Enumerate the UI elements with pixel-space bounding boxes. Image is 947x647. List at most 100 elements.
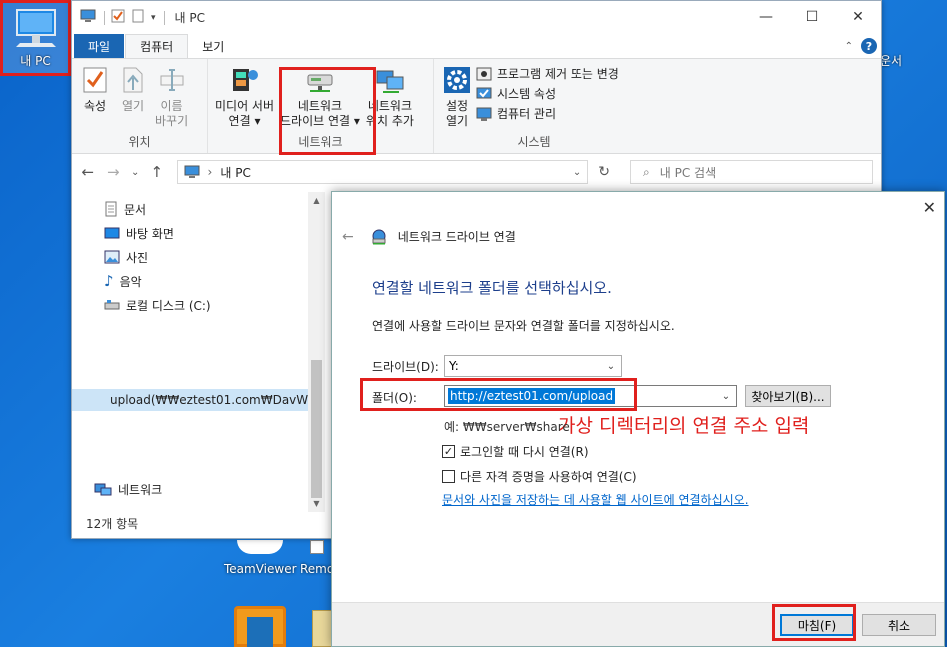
- network-location-icon: [376, 70, 404, 93]
- shortcut-icon: [310, 540, 324, 554]
- network-icon: [94, 483, 112, 496]
- desktop-icon-label: TeamViewer: [224, 562, 297, 576]
- checkbox-unchecked[interactable]: [442, 470, 455, 483]
- reconnect-label: 로그인할 때 다시 연결(R): [460, 445, 589, 459]
- group-label-system: 시스템: [517, 135, 551, 149]
- chevron-down-icon: ⌄: [606, 360, 616, 372]
- nav-item-network[interactable]: 네트워크: [94, 478, 162, 500]
- dialog-footer: 마침(F) 취소: [332, 602, 944, 646]
- up-arrow-icon[interactable]: ↑: [149, 163, 165, 181]
- computer-management-icon: [476, 107, 492, 121]
- desktop-icon: [104, 227, 120, 239]
- properties-icon: [83, 67, 107, 93]
- desktop-icon-teamviewer[interactable]: TeamViewer: [224, 540, 297, 576]
- group-label-network: 네트워크: [298, 135, 343, 149]
- close-icon[interactable]: ✕: [923, 198, 936, 217]
- drive-value: Y:: [449, 359, 459, 373]
- media-server-icon: [232, 69, 258, 91]
- nav-scrollbar[interactable]: ▲ ▼: [308, 192, 325, 512]
- refresh-icon[interactable]: ↻: [598, 164, 610, 180]
- folder-value: http://eztest01.com/upload: [448, 388, 616, 404]
- rename-icon: [160, 69, 184, 91]
- window-title: 내 PC: [174, 11, 206, 25]
- new-folder-icon[interactable]: [131, 9, 145, 26]
- computer-management-button[interactable]: 컴퓨터 관리: [476, 105, 619, 122]
- dialog-heading: 연결할 네트워크 폴더를 선택하십시오.: [372, 279, 612, 297]
- desktop-icon-my-pc[interactable]: 내 PC: [0, 0, 71, 76]
- search-icon: ⌕: [643, 164, 650, 179]
- nav-item-documents[interactable]: 문서: [104, 198, 146, 220]
- system-properties-icon: [476, 87, 492, 98]
- computer-icon: [184, 165, 200, 178]
- other-credentials-checkbox[interactable]: 다른 자격 증명을 사용하여 연결(C): [442, 468, 637, 485]
- nav-item-local-disk[interactable]: 로컬 디스크 (C:): [104, 294, 211, 316]
- gear-icon: [444, 67, 470, 93]
- drive-label: 드라이브(D):: [372, 360, 439, 374]
- reconnect-checkbox[interactable]: ✓ 로그인할 때 다시 연결(R): [442, 443, 589, 460]
- chevron-up-icon[interactable]: ⌃: [845, 41, 853, 52]
- desktop-icon-app[interactable]: [234, 606, 286, 647]
- tab-file[interactable]: 파일: [74, 34, 125, 58]
- computer-icon: [15, 9, 56, 47]
- finish-button[interactable]: 마침(F): [780, 614, 854, 636]
- example-text: 예: ₩₩server₩share: [444, 420, 570, 434]
- address-path: 내 PC: [220, 165, 251, 180]
- back-arrow-icon[interactable]: ←: [342, 229, 354, 245]
- ribbon: 속성 열기 이름 바꾸기 위치 미디어 서버 연결 ▾ 네트워크 드라이브 연결…: [72, 58, 881, 155]
- maximize-button[interactable]: ☐: [789, 1, 835, 33]
- music-icon: ♪: [104, 272, 114, 290]
- nav-item-pictures[interactable]: 사진: [104, 246, 148, 268]
- network-drive-icon: [372, 229, 386, 244]
- desktop-partial-label: 운서: [880, 54, 903, 68]
- search-box[interactable]: ⌕ 내 PC 검색: [630, 160, 873, 184]
- picture-icon: [104, 250, 120, 264]
- tab-computer[interactable]: 컴퓨터: [125, 34, 189, 58]
- chevron-down-icon[interactable]: ▾: [151, 13, 156, 23]
- local-disk-icon: [104, 300, 120, 310]
- cancel-button[interactable]: 취소: [862, 614, 936, 636]
- scroll-thumb[interactable]: [311, 360, 322, 498]
- nav-item-music[interactable]: ♪ 음악: [104, 270, 142, 292]
- folder-input[interactable]: http://eztest01.com/upload ⌄: [444, 385, 737, 407]
- document-icon: [105, 201, 117, 217]
- uninstall-program-button[interactable]: 프로그램 제거 또는 변경: [476, 65, 619, 82]
- folder-label: 폴더(O):: [372, 391, 417, 405]
- properties-icon[interactable]: [111, 9, 125, 26]
- system-properties-button[interactable]: 시스템 속성: [476, 85, 619, 102]
- dialog-header: ← 네트워크 드라이브 연결: [342, 228, 516, 245]
- drive-select[interactable]: Y: ⌄: [444, 355, 622, 377]
- address-box[interactable]: › 내 PC ⌄: [176, 160, 589, 184]
- ribbon-group-location: 속성 열기 이름 바꾸기 위치: [72, 59, 208, 153]
- help-icon[interactable]: ?: [861, 38, 877, 54]
- status-bar-count: 12개 항목: [86, 517, 139, 531]
- forward-arrow-icon[interactable]: →: [106, 163, 122, 181]
- open-icon: [123, 67, 143, 93]
- dialog-description: 연결에 사용할 드라이브 문자와 연결할 폴더를 지정하십시오.: [372, 319, 675, 333]
- dialog-title: 네트워크 드라이브 연결: [397, 230, 516, 244]
- computer-icon: [80, 9, 96, 26]
- group-label-location: 위치: [128, 135, 151, 149]
- browse-button[interactable]: 찾아보기(B)...: [745, 385, 831, 407]
- search-placeholder: 내 PC 검색: [659, 165, 717, 180]
- other-credentials-label: 다른 자격 증명을 사용하여 연결(C): [460, 470, 637, 484]
- annotation-text: 가상 디렉터리의 연결 주소 입력: [558, 415, 810, 437]
- chevron-down-icon[interactable]: ⌄: [716, 391, 736, 402]
- navigation-pane: 문서 바탕 화면 사진 ♪ 음악 로컬 디스크 (C:) upload(₩₩ez…: [72, 192, 326, 512]
- scroll-down-icon[interactable]: ▼: [308, 499, 325, 508]
- ribbon-group-network: 미디어 서버 연결 ▾ 네트워크 드라이브 연결 ▾ 네트워크 위치 추가 네트…: [208, 59, 434, 153]
- teamviewer-icon: [237, 540, 283, 554]
- nav-item-upload-drive[interactable]: upload(₩₩eztest01.com₩DavWWW: [72, 389, 310, 411]
- checkbox-checked[interactable]: ✓: [442, 445, 455, 458]
- nav-item-desktop[interactable]: 바탕 화면: [104, 222, 174, 244]
- close-button[interactable]: ✕: [835, 1, 881, 33]
- chevron-down-icon[interactable]: ⌄: [573, 167, 581, 178]
- minimize-button[interactable]: —: [743, 1, 789, 33]
- chevron-down-icon[interactable]: ⌄: [131, 167, 139, 178]
- scroll-up-icon[interactable]: ▲: [308, 196, 325, 205]
- network-drive-icon: [307, 74, 333, 92]
- tab-view[interactable]: 보기: [188, 34, 238, 58]
- title-bar: ▾ 내 PC — ☐ ✕: [72, 1, 881, 34]
- ribbon-group-system: 설정 열기 프로그램 제거 또는 변경 시스템 속성 컴퓨터 관리 시스템: [434, 59, 634, 153]
- web-site-link[interactable]: 문서와 사진을 저장하는 데 사용할 웹 사이트에 연결하십시오.: [442, 491, 749, 508]
- back-arrow-icon[interactable]: ←: [80, 163, 96, 181]
